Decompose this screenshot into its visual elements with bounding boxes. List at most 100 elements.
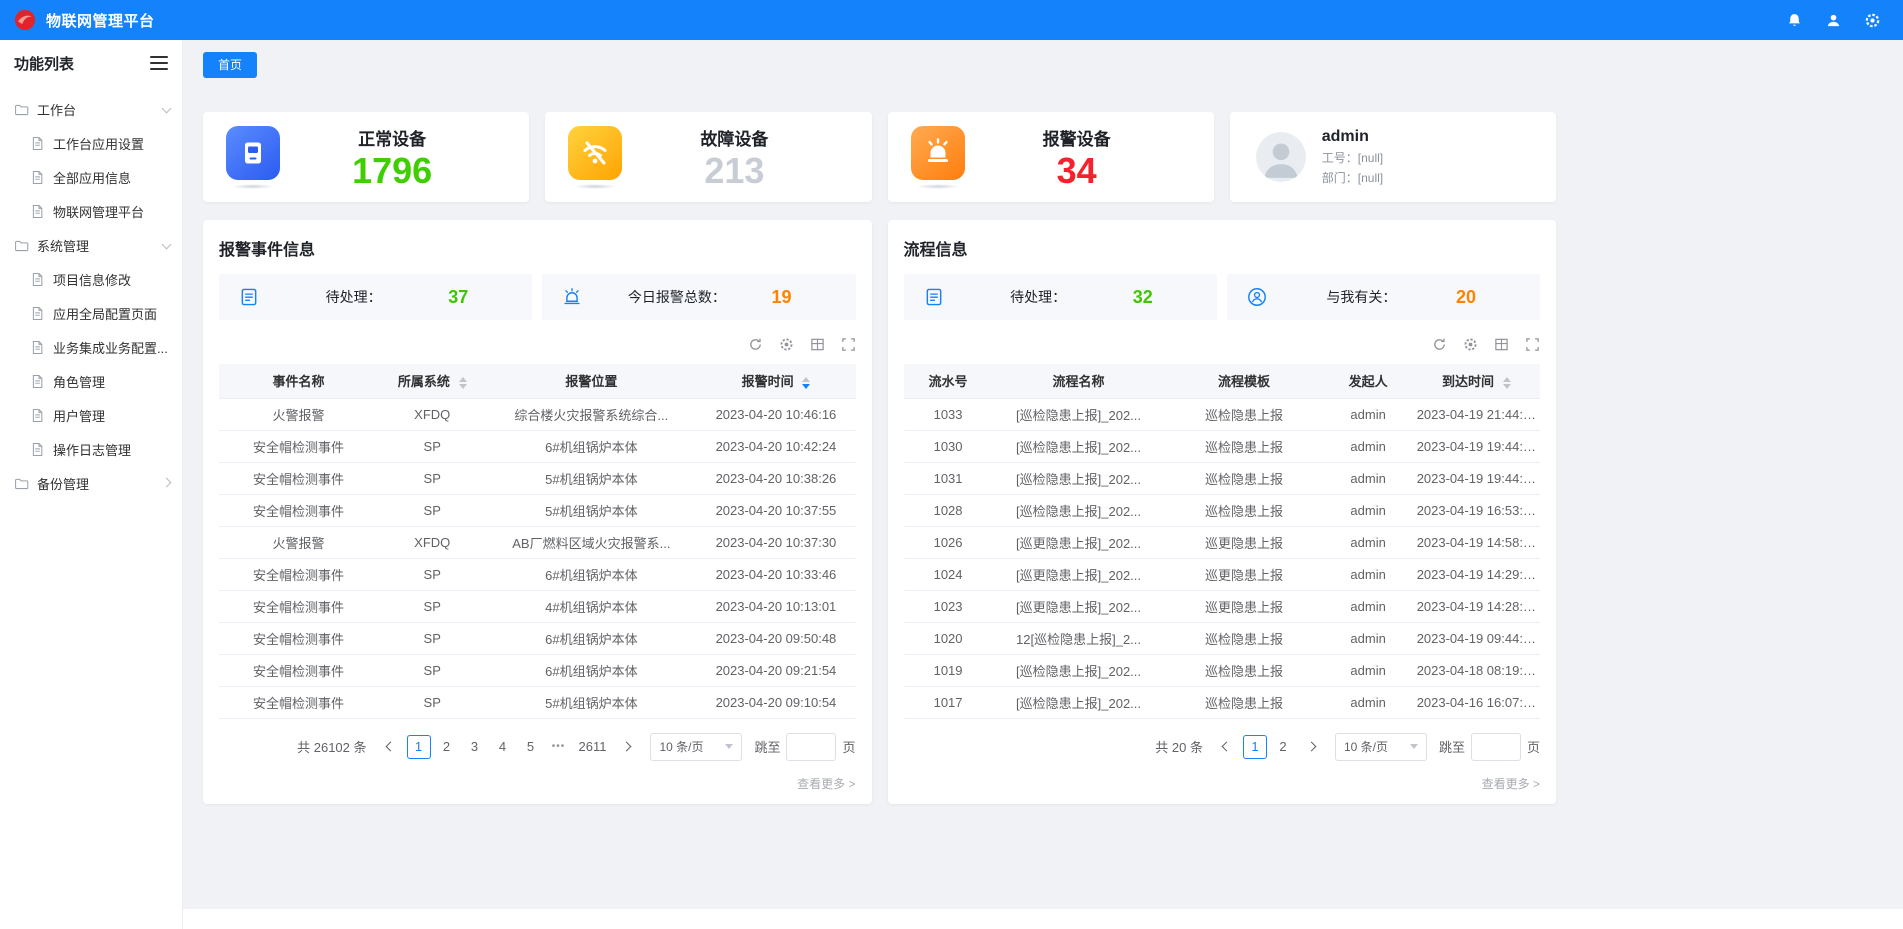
prev-page-button[interactable] bbox=[1213, 735, 1237, 759]
fault-devices-card: 故障设备 213 bbox=[545, 112, 871, 202]
topbar-actions bbox=[1786, 12, 1889, 29]
cell-event-name: 安全帽检测事件 bbox=[219, 558, 378, 590]
fullscreen-icon[interactable] bbox=[1525, 337, 1540, 352]
table-row[interactable]: 1024 [巡更隐患上报]_202... 巡更隐患上报 admin 2023-0… bbox=[904, 558, 1541, 590]
sidebar-item[interactable]: 物联网管理平台 bbox=[0, 194, 182, 228]
document-icon bbox=[30, 340, 45, 355]
view-more-link[interactable]: 查看更多 > bbox=[219, 775, 856, 792]
user-icon[interactable] bbox=[1825, 12, 1842, 29]
table-row[interactable]: 1033 [巡检隐患上报]_202... 巡检隐患上报 admin 2023-0… bbox=[904, 398, 1541, 430]
cell-template: 巡更隐患上报 bbox=[1164, 558, 1323, 590]
sidebar-item[interactable]: 应用全局配置页面 bbox=[0, 296, 182, 330]
column-header[interactable]: 报警位置 bbox=[486, 364, 696, 398]
grid-icon[interactable] bbox=[1494, 337, 1509, 352]
cell-location: AB厂燃料区域火灾报警系... bbox=[486, 526, 696, 558]
next-page-button[interactable] bbox=[1301, 735, 1325, 759]
refresh-icon[interactable] bbox=[1432, 337, 1447, 352]
jump-page-input[interactable] bbox=[1471, 733, 1521, 761]
fullscreen-icon[interactable] bbox=[841, 337, 856, 352]
page-size-select[interactable]: 10 条/页 bbox=[650, 733, 742, 761]
page-number[interactable]: 1 bbox=[407, 735, 431, 759]
table-row[interactable]: 安全帽检测事件 SP 6#机组锅炉本体 2023-04-20 09:50:48 bbox=[219, 622, 856, 654]
sidebar-item-label: 系统管理 bbox=[37, 236, 89, 255]
table-row[interactable]: 安全帽检测事件 SP 4#机组锅炉本体 2023-04-20 10:13:01 bbox=[219, 590, 856, 622]
fault-devices-count: 213 bbox=[704, 152, 764, 190]
page-number[interactable]: 2 bbox=[435, 735, 459, 759]
table-row[interactable]: 1019 [巡检隐患上报]_202... 巡检隐患上报 admin 2023-0… bbox=[904, 654, 1541, 686]
table-row[interactable]: 1030 [巡检隐患上报]_202... 巡检隐患上报 admin 2023-0… bbox=[904, 430, 1541, 462]
topbar: 物联网管理平台 bbox=[0, 0, 1903, 40]
jump-page-input[interactable] bbox=[786, 733, 836, 761]
sidebar-item[interactable]: 角色管理 bbox=[0, 364, 182, 398]
settings-icon[interactable] bbox=[1463, 337, 1478, 352]
stat-value: 32 bbox=[1133, 287, 1153, 308]
column-header[interactable]: 流水号 bbox=[904, 364, 993, 398]
sidebar-item[interactable]: 备份管理 bbox=[0, 466, 182, 500]
column-header[interactable]: 流程名称 bbox=[993, 364, 1165, 398]
table-row[interactable]: 1026 [巡更隐患上报]_202... 巡更隐患上报 admin 2023-0… bbox=[904, 526, 1541, 558]
table-row[interactable]: 安全帽检测事件 SP 5#机组锅炉本体 2023-04-20 09:10:54 bbox=[219, 686, 856, 718]
column-header[interactable]: 到达时间 bbox=[1413, 364, 1540, 398]
sidebar-item[interactable]: 操作日志管理 bbox=[0, 432, 182, 466]
cell-system: SP bbox=[378, 590, 486, 622]
next-page-button[interactable] bbox=[616, 735, 640, 759]
cell-system: XFDQ bbox=[378, 398, 486, 430]
column-header[interactable]: 事件名称 bbox=[219, 364, 378, 398]
stat-cell: 与我有关： 20 bbox=[1227, 274, 1540, 320]
table-row[interactable]: 1023 [巡更隐患上报]_202... 巡更隐患上报 admin 2023-0… bbox=[904, 590, 1541, 622]
table-row[interactable]: 1020 12[巡检隐患上报]_2... 巡检隐患上报 admin 2023-0… bbox=[904, 622, 1541, 654]
cell-process-name: [巡检隐患上报]_202... bbox=[993, 494, 1165, 526]
sort-carets-icon[interactable] bbox=[459, 377, 467, 389]
document-icon bbox=[30, 272, 45, 287]
table-row[interactable]: 1031 [巡检隐患上报]_202... 巡检隐患上报 admin 2023-0… bbox=[904, 462, 1541, 494]
stat-cards-row: 正常设备 1796 bbox=[203, 112, 1556, 202]
sidebar-item[interactable]: 项目信息修改 bbox=[0, 262, 182, 296]
cell-arrival-time: 2023-04-18 08:19:59 bbox=[1413, 654, 1540, 686]
table-row[interactable]: 1017 [巡检隐患上报]_202... 巡检隐患上报 admin 2023-0… bbox=[904, 686, 1541, 718]
column-header[interactable]: 流程模板 bbox=[1164, 364, 1323, 398]
prev-page-button[interactable] bbox=[377, 735, 401, 759]
page-number[interactable]: 1 bbox=[1243, 735, 1267, 759]
cell-system: SP bbox=[378, 654, 486, 686]
grid-icon[interactable] bbox=[810, 337, 825, 352]
bell-icon[interactable] bbox=[1786, 12, 1803, 29]
view-more-link[interactable]: 查看更多 > bbox=[904, 775, 1541, 792]
gear-icon[interactable] bbox=[1864, 12, 1881, 29]
table-row[interactable]: 火警报警 XFDQ AB厂燃料区域火灾报警系... 2023-04-20 10:… bbox=[219, 526, 856, 558]
table-row[interactable]: 安全帽检测事件 SP 6#机组锅炉本体 2023-04-20 10:33:46 bbox=[219, 558, 856, 590]
page-number[interactable]: 4 bbox=[491, 735, 515, 759]
table-row[interactable]: 安全帽检测事件 SP 6#机组锅炉本体 2023-04-20 10:42:24 bbox=[219, 430, 856, 462]
sort-carets-icon[interactable] bbox=[1503, 377, 1511, 389]
department-value: [null] bbox=[1358, 171, 1383, 185]
sidebar-item[interactable]: 工作台 bbox=[0, 92, 182, 126]
sidebar-item[interactable]: 系统管理 bbox=[0, 228, 182, 262]
sidebar-item[interactable]: 用户管理 bbox=[0, 398, 182, 432]
cell-system: SP bbox=[378, 558, 486, 590]
settings-icon[interactable] bbox=[779, 337, 794, 352]
column-header[interactable]: 报警时间 bbox=[696, 364, 855, 398]
column-header[interactable]: 所属系统 bbox=[378, 364, 486, 398]
table-row[interactable]: 安全帽检测事件 SP 5#机组锅炉本体 2023-04-20 10:37:55 bbox=[219, 494, 856, 526]
column-header[interactable]: 发起人 bbox=[1324, 364, 1413, 398]
pagination-total: 共 26102 条 bbox=[297, 737, 366, 756]
sidebar-item[interactable]: 全部应用信息 bbox=[0, 160, 182, 194]
page-number[interactable]: 3 bbox=[463, 735, 487, 759]
page-number[interactable]: 5 bbox=[519, 735, 543, 759]
sort-carets-icon[interactable] bbox=[802, 377, 810, 389]
tab-home[interactable]: 首页 bbox=[203, 52, 257, 78]
sidebar-item[interactable]: 业务集成业务配置... bbox=[0, 330, 182, 364]
page-size-select[interactable]: 10 条/页 bbox=[1335, 733, 1427, 761]
table-row[interactable]: 火警报警 XFDQ 综合楼火灾报警系统综合... 2023-04-20 10:4… bbox=[219, 398, 856, 430]
sidebar-item[interactable]: 工作台应用设置 bbox=[0, 126, 182, 160]
table-row[interactable]: 安全帽检测事件 SP 6#机组锅炉本体 2023-04-20 09:21:54 bbox=[219, 654, 856, 686]
page-number[interactable]: 2611 bbox=[575, 735, 611, 759]
alarm-devices-count: 34 bbox=[1057, 152, 1097, 190]
hamburger-icon[interactable] bbox=[150, 56, 168, 70]
page-number[interactable]: 2 bbox=[1271, 735, 1295, 759]
sidebar-item-label: 备份管理 bbox=[37, 474, 89, 493]
table-row[interactable]: 1028 [巡检隐患上报]_202... 巡检隐患上报 admin 2023-0… bbox=[904, 494, 1541, 526]
cell-process-name: 12[巡检隐患上报]_2... bbox=[993, 622, 1165, 654]
refresh-icon[interactable] bbox=[748, 337, 763, 352]
table-row[interactable]: 安全帽检测事件 SP 5#机组锅炉本体 2023-04-20 10:38:26 bbox=[219, 462, 856, 494]
page-number[interactable]: ••• bbox=[547, 735, 571, 759]
